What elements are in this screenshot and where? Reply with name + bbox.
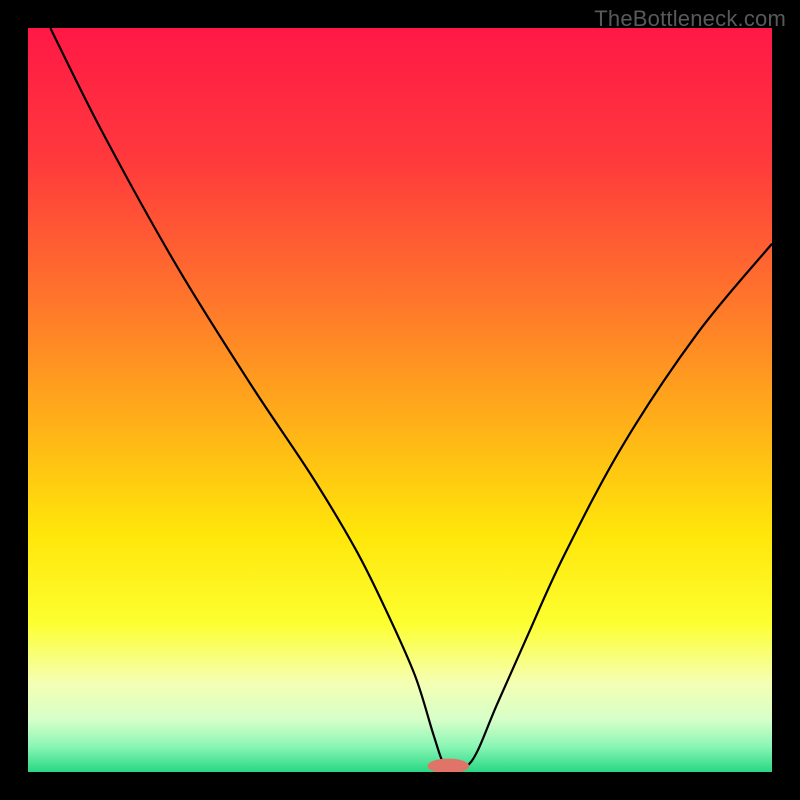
- gradient-background: [28, 28, 772, 772]
- attribution-text: TheBottleneck.com: [594, 6, 786, 32]
- bottleneck-chart: [28, 28, 772, 772]
- chart-frame: [28, 28, 772, 772]
